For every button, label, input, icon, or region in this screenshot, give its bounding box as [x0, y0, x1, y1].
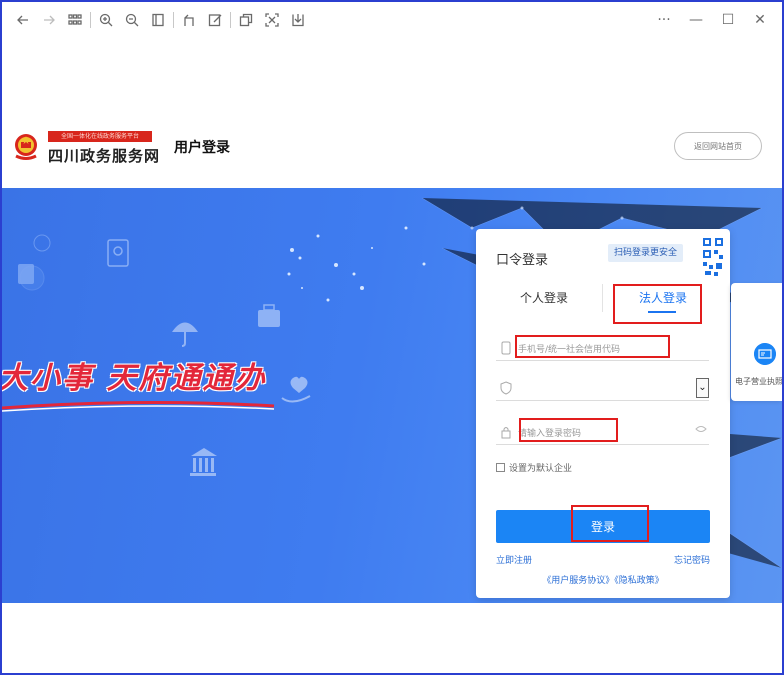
- default-enterprise-row: 设置为默认企业: [496, 461, 572, 474]
- phone-icon: [501, 341, 511, 355]
- toolbar-divider: [173, 12, 174, 28]
- zoom-in-icon[interactable]: [93, 7, 119, 33]
- license-icon: [754, 343, 776, 365]
- crop-icon[interactable]: [259, 7, 285, 33]
- forward-arrow-icon[interactable]: [36, 7, 62, 33]
- document-icon: [18, 264, 34, 284]
- fit-page-icon[interactable]: [145, 7, 171, 33]
- rotate-icon[interactable]: [176, 7, 202, 33]
- tab-divider: [602, 284, 603, 312]
- briefcase-icon: [258, 304, 280, 327]
- edit-icon[interactable]: [202, 7, 228, 33]
- chevron-down-icon[interactable]: ⌄: [696, 378, 709, 398]
- eye-icon[interactable]: [695, 425, 707, 433]
- more-icon[interactable]: ···: [648, 7, 680, 33]
- lock-icon: [501, 427, 511, 439]
- register-link[interactable]: 立即注册: [496, 553, 532, 566]
- page-title: 用户登录: [174, 140, 230, 156]
- qr-login-tip[interactable]: 扫码登录更安全: [608, 244, 684, 262]
- grid-icon[interactable]: [62, 7, 88, 33]
- default-enterprise-checkbox[interactable]: [496, 463, 505, 472]
- back-arrow-icon[interactable]: [10, 7, 36, 33]
- toolbar-divider: [230, 12, 231, 28]
- shield-icon: [500, 381, 512, 395]
- login-button[interactable]: 登录: [496, 510, 710, 543]
- zoom-out-icon[interactable]: [119, 7, 145, 33]
- national-emblem-icon: [15, 134, 37, 160]
- banner-slogan: 大小事 天府通通办: [2, 361, 267, 396]
- login-title: 口令登录: [496, 253, 549, 268]
- copy-icon[interactable]: [233, 7, 259, 33]
- download-icon[interactable]: [285, 7, 311, 33]
- default-enterprise-label: 设置为默认企业: [509, 464, 573, 474]
- close-icon[interactable]: ✕: [744, 7, 776, 33]
- login-card: 口令登录 扫码登录更安全 个人登录 法人登录 手机号/统一社会信用代码 ⌄ 请输…: [476, 229, 730, 598]
- enterprise-select[interactable]: ⌄: [496, 375, 709, 401]
- home-button[interactable]: 返回网站首页: [674, 132, 762, 160]
- account-placeholder: 手机号/统一社会信用代码: [518, 345, 621, 355]
- business-license-label: 电子营业执照: [735, 377, 782, 386]
- forgot-password-link[interactable]: 忘记密码: [674, 553, 710, 566]
- password-placeholder: 请输入登录密码: [518, 429, 582, 439]
- slogan-swoosh: [2, 400, 275, 412]
- business-license-panel[interactable]: 电子营业执照: [731, 283, 782, 401]
- active-tab-indicator: [648, 311, 676, 313]
- folder-icon: [107, 239, 129, 267]
- tab-corporate-login[interactable]: 法人登录: [639, 289, 687, 306]
- page-footer: [2, 603, 782, 673]
- logo-name[interactable]: 四川政务服务网: [48, 145, 160, 166]
- heart-hand-icon: [281, 376, 311, 403]
- umbrella-icon: [172, 322, 198, 347]
- maximize-icon[interactable]: ☐: [712, 7, 744, 33]
- bank-icon: [190, 448, 217, 476]
- tab-personal-login[interactable]: 个人登录: [520, 289, 568, 306]
- minimize-icon[interactable]: —: [680, 7, 712, 33]
- qr-code-icon[interactable]: [700, 235, 726, 279]
- agreement-links[interactable]: 《用户服务协议》《隐私政策》: [476, 573, 730, 586]
- viewer-toolbar: ··· — ☐ ✕: [2, 2, 782, 38]
- site-header: 全国一体化在线政务服务平台 四川政务服务网 用户登录 返回网站首页: [2, 118, 782, 188]
- logo-tagline: 全国一体化在线政务服务平台: [48, 131, 152, 142]
- account-field[interactable]: 手机号/统一社会信用代码: [496, 335, 709, 361]
- password-field[interactable]: 请输入登录密码: [496, 419, 709, 445]
- toolbar-divider: [90, 12, 91, 28]
